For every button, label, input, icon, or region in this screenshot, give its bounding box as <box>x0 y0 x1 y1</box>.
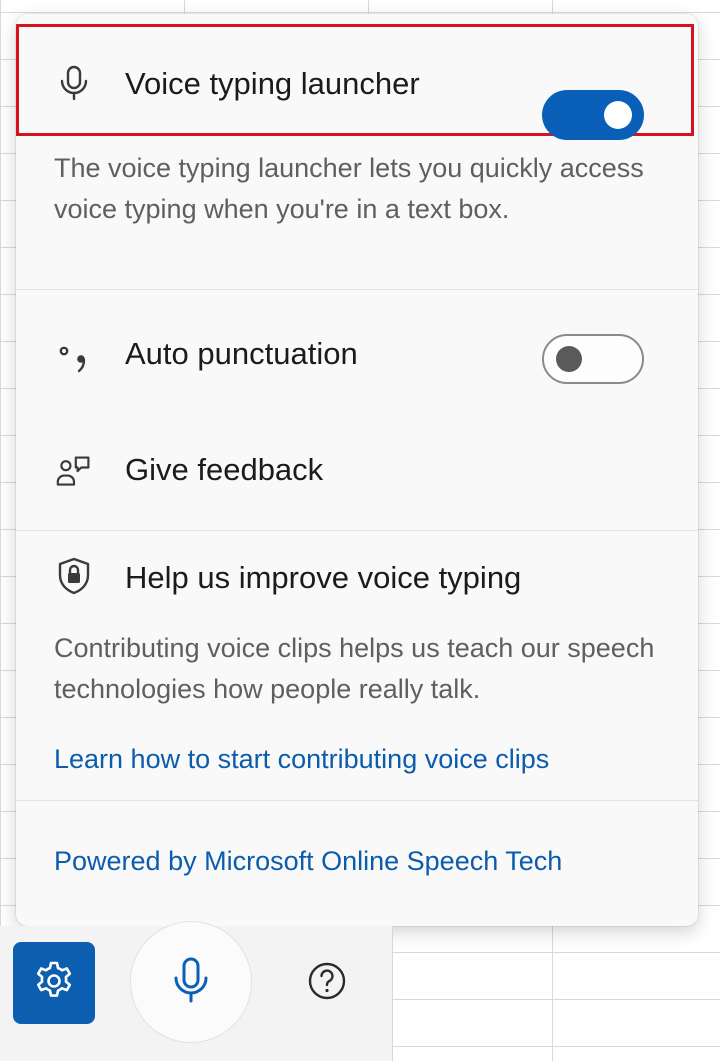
settings-button[interactable] <box>13 942 95 1024</box>
improve-label: Help us improve voice typing <box>125 560 522 595</box>
microphone-button[interactable] <box>130 921 252 1043</box>
toggle-knob <box>556 346 582 372</box>
improve-description: Contributing voice clips helps us teach … <box>54 633 655 704</box>
auto-punctuation-label: Auto punctuation <box>125 336 358 371</box>
powered-by-link[interactable]: Powered by Microsoft Online Speech Tech <box>54 846 562 877</box>
question-mark-icon <box>307 961 347 1006</box>
shield-lock-icon <box>56 557 92 595</box>
launcher-description: The voice typing launcher lets you quick… <box>54 153 644 224</box>
divider <box>16 800 698 801</box>
launcher-label: Voice typing launcher <box>125 66 420 101</box>
launcher-toggle[interactable] <box>542 90 644 140</box>
gear-icon <box>32 959 76 1008</box>
improve-row: Help us improve voice typing <box>16 544 698 608</box>
microphone-icon <box>171 956 211 1009</box>
toggle-knob <box>604 101 632 129</box>
auto-punctuation-toggle[interactable] <box>542 334 644 384</box>
auto-punctuation-row[interactable]: Auto punctuation <box>16 314 698 404</box>
launcher-row[interactable]: Voice typing launcher <box>16 38 698 140</box>
feedback-icon <box>56 454 92 490</box>
help-button[interactable] <box>304 960 350 1006</box>
microphone-icon <box>56 65 92 101</box>
give-feedback-label: Give feedback <box>125 452 324 487</box>
give-feedback-row[interactable]: Give feedback <box>16 434 698 510</box>
punctuation-icon <box>56 341 92 377</box>
divider <box>16 530 698 531</box>
divider <box>16 289 698 290</box>
learn-contributing-link[interactable]: Learn how to start contributing voice cl… <box>54 744 549 775</box>
voice-typing-settings-panel: Voice typing launcher The voice typing l… <box>16 14 698 926</box>
